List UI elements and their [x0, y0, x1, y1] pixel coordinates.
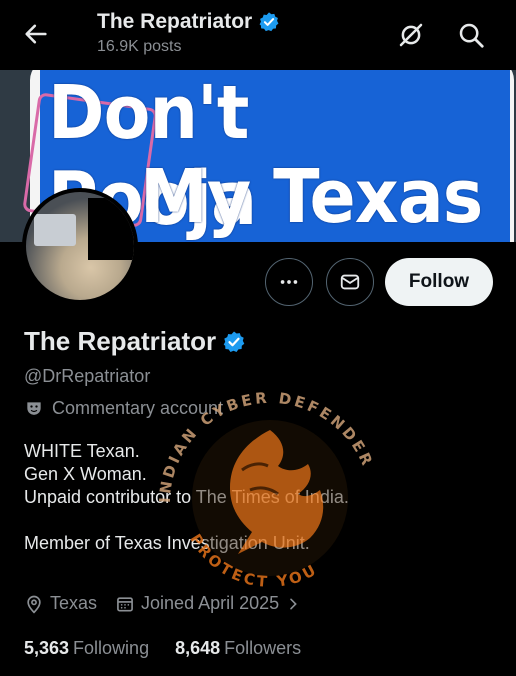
avatar[interactable] [22, 188, 138, 304]
profile-location-text: Texas [50, 593, 98, 613]
verified-badge-icon[interactable] [222, 330, 246, 354]
theater-masks-icon [27, 401, 41, 415]
follow-button[interactable]: Follow [385, 258, 493, 306]
top-bar: The Repatriator 16.9K posts [0, 0, 516, 70]
followers-link[interactable]: 8,648 Followers [175, 638, 301, 659]
spam-off-icon[interactable] [396, 20, 426, 50]
banner-text-line2: My Texas [140, 154, 483, 240]
followers-count: 8,648 [175, 638, 221, 658]
avatar-background-screen [34, 214, 76, 246]
profile-name-text: The Repatriator [24, 326, 217, 356]
profile-name: The Repatriator [24, 326, 246, 357]
more-options-button[interactable] [265, 258, 313, 306]
message-button[interactable] [326, 258, 374, 306]
message-icon [340, 274, 360, 290]
posts-count: 16.9K posts [97, 38, 182, 55]
back-arrow-icon[interactable] [22, 20, 50, 48]
location-pin-icon [27, 595, 41, 613]
following-label: Following [73, 638, 150, 658]
profile-location: Texas [24, 593, 97, 614]
verified-badge-icon [259, 12, 279, 32]
more-icon [280, 280, 298, 284]
profile-handle: @DrRepatriator [24, 366, 151, 386]
avatar-redaction-block [88, 198, 134, 260]
header-title: The Repatriator [97, 10, 280, 34]
following-link[interactable]: 5,363 Following [24, 638, 149, 659]
header-title-group: The Repatriator 16.9K posts [97, 10, 280, 56]
search-icon[interactable] [456, 20, 486, 50]
calendar-icon [117, 596, 133, 611]
follow-counts: 5,363 Following 8,648 Followers [24, 638, 301, 659]
watermark-logo: INDIAN CYBER DEFENDER PROTECT YOU [156, 389, 374, 591]
followers-label: Followers [224, 638, 302, 658]
header-title-text: The Repatriator [97, 10, 253, 33]
following-count: 5,363 [24, 638, 70, 658]
